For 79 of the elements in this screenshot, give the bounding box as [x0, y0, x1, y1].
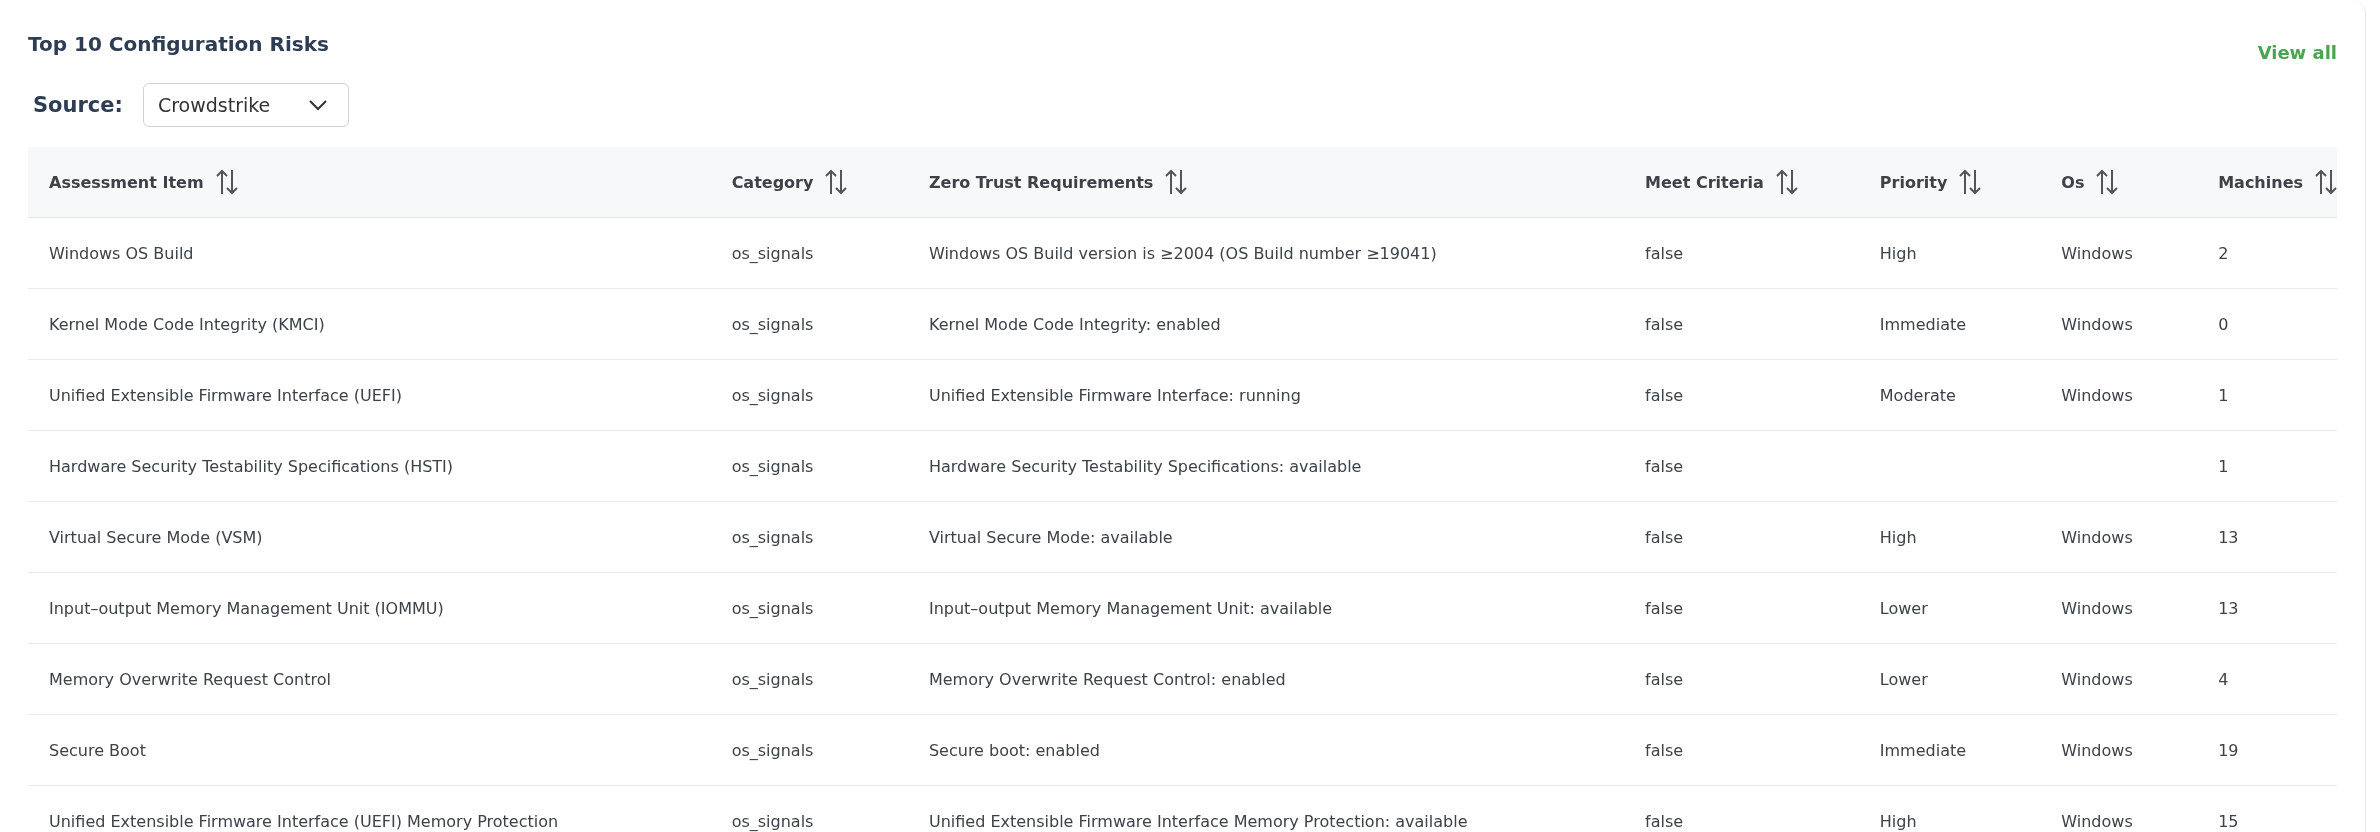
table-cell: 4: [2218, 669, 2229, 689]
table-cell: 19: [2218, 740, 2239, 760]
table-cell: Input–output Memory Management Unit (IOMMU): [49, 598, 444, 618]
table-cell: Windows: [2061, 385, 2133, 405]
card-title: Top 10 Configuration Risks: [28, 32, 329, 56]
table-cell: 1: [2218, 385, 2229, 405]
table-cell: os_signals: [731, 314, 814, 334]
table-cell: Unified Extensible Firmware Interface: running: [928, 385, 1301, 405]
table-cell: Unified Extensible Firmware Interface (UEFI): [49, 385, 402, 405]
table-cell: false: [1645, 385, 1684, 405]
table-cell: Unified Extensible Firmware Interface Memory Protection: available: [928, 811, 1468, 831]
table-cell: 15: [2218, 811, 2239, 831]
column-header-button[interactable]: Os: [2061, 169, 2119, 195]
table-cell: Secure Boot: [49, 740, 146, 760]
sort-icon: [215, 169, 238, 195]
column-header-button[interactable]: Priority: [1879, 169, 1982, 195]
table-cell: os_signals: [731, 456, 814, 476]
table-cell: 13: [2218, 598, 2239, 618]
table-cell: Windows: [2061, 243, 2133, 263]
table-cell: 1: [2218, 456, 2229, 476]
sort-icon: [1959, 169, 1982, 195]
table-cell: Windows: [2061, 527, 2133, 547]
table-cell: Immediate: [1879, 740, 1967, 760]
table-cell: Hardware Security Testability Specifications (HSTI): [49, 456, 454, 476]
table-cell: High: [1879, 811, 1917, 831]
column-header-button[interactable]: Machines: [2218, 169, 2337, 195]
table-cell: os_signals: [731, 740, 814, 760]
table-cell: Input–output Memory Management Unit: available: [928, 598, 1333, 618]
table-cell: os_signals: [731, 811, 814, 831]
column-header-button[interactable]: Category: [731, 169, 848, 195]
table-cell: false: [1645, 811, 1684, 831]
table-cell: Immediate: [1879, 314, 1967, 334]
chevron-down-icon: [307, 99, 328, 111]
table-cell: Virtual Secure Mode: available: [928, 527, 1173, 547]
table-cell: os_signals: [731, 669, 814, 689]
table-cell: Kernel Mode Code Integrity: enabled: [928, 314, 1221, 334]
table-cell: Lower: [1879, 669, 1928, 689]
table-cell: Windows: [2061, 598, 2133, 618]
table-cell: Hardware Security Testability Specifications: available: [928, 456, 1362, 476]
source-label: Source:: [33, 93, 123, 117]
table-cell: Moderate: [1879, 385, 1956, 405]
table-cell: false: [1645, 669, 1684, 689]
sort-icon: [1165, 169, 1188, 195]
table-cell: false: [1645, 527, 1684, 547]
table-cell: false: [1645, 740, 1684, 760]
table-cell: Secure boot: enabled: [928, 740, 1100, 760]
table-cell: false: [1645, 598, 1684, 618]
table-cell: Windows: [2061, 314, 2133, 334]
table-cell: false: [1645, 243, 1684, 263]
table-cell: Memory Overwrite Request Control: [49, 669, 331, 689]
source-dropdown[interactable]: Crowdstrike: [142, 83, 349, 127]
table-cell: High: [1879, 243, 1917, 263]
column-header-button[interactable]: Assessment Item: [49, 169, 238, 195]
table-cell: 13: [2218, 527, 2239, 547]
table-cell: High: [1879, 527, 1917, 547]
table-cell: Virtual Secure Mode (VSM): [49, 527, 263, 547]
sort-icon: [2315, 169, 2337, 195]
table-cell: 2: [2218, 243, 2229, 263]
sort-icon: [825, 169, 848, 195]
column-header-button[interactable]: Meet Criteria: [1645, 169, 1798, 195]
table-cell: Unified Extensible Firmware Interface (UEFI) Memory Protection: [49, 811, 559, 831]
table-cell: Memory Overwrite Request Control: enabled: [928, 669, 1286, 689]
table-cell: os_signals: [731, 598, 814, 618]
table-cell: os_signals: [731, 527, 814, 547]
table-cell: Lower: [1879, 598, 1928, 618]
sort-icon: [2096, 169, 2119, 195]
table-cell: 0: [2218, 314, 2229, 334]
table-cell: Windows: [2061, 669, 2133, 689]
table-cell: Windows: [2061, 740, 2133, 760]
table-cell: Windows OS Build version is ≥2004 (OS Build number ≥19041): [928, 243, 1437, 263]
table-cell: false: [1645, 456, 1684, 476]
table-cell: os_signals: [731, 243, 814, 263]
table-cell: Kernel Mode Code Integrity (KMCI): [49, 314, 325, 334]
sort-icon: [1775, 169, 1798, 195]
table-cell: Windows: [2061, 811, 2133, 831]
table-cell: os_signals: [731, 385, 814, 405]
column-header-button[interactable]: Zero Trust Requirements: [928, 169, 1188, 195]
table-cell: false: [1645, 314, 1684, 334]
table-cell: Windows OS Build: [49, 243, 194, 263]
